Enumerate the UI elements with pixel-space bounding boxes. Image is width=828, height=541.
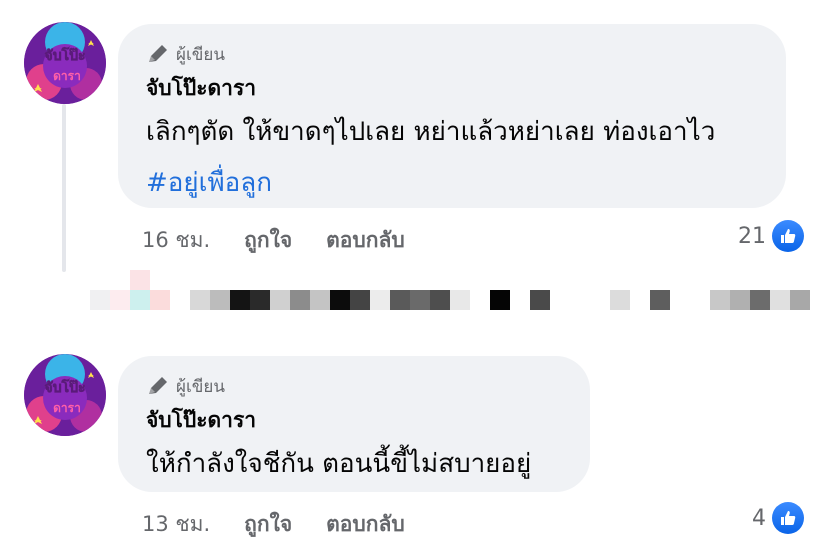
avatar-text-line2: ดารา xyxy=(53,69,81,83)
reaction-summary[interactable]: 21 xyxy=(738,220,804,252)
reply-button[interactable]: ตอบกลับ xyxy=(326,224,405,257)
thumbs-up-icon xyxy=(772,220,804,252)
author-badge-label: ผู้เขียน xyxy=(176,376,225,397)
author-name[interactable]: จับโป๊ะดารา xyxy=(146,404,562,437)
avatar[interactable]: จับโป๊ะ ดารา xyxy=(24,354,106,436)
comment-timestamp[interactable]: 16 ชม. xyxy=(142,224,210,257)
reaction-count: 21 xyxy=(738,223,766,249)
hashtag-link[interactable]: #อยู่เพื่อลูก xyxy=(146,162,272,203)
comment-text: ให้กำลังใจชีกัน ตอนนี้ขี้ไม่สบายอยู่ xyxy=(146,449,532,479)
comment-bubble: ผู้เขียน จับโป๊ะดารา ให้กำลังใจชีกัน ตอน… xyxy=(118,356,590,492)
avatar-text-line2: ดารา xyxy=(53,401,81,415)
avatar-logo: จับโป๊ะ ดารา xyxy=(24,354,106,436)
author-badge: ผู้เขียน xyxy=(146,374,562,398)
like-button[interactable]: ถูกใจ xyxy=(244,508,292,541)
avatar-text-line1: จับโป๊ะ xyxy=(44,46,85,64)
author-name[interactable]: จับโป๊ะดารา xyxy=(146,72,758,105)
avatar-text-line1: จับโป๊ะ xyxy=(44,378,85,396)
comment-bubble: ผู้เขียน จับโป๊ะดารา เลิกๆตัด ให้ขาดๆไปเ… xyxy=(118,24,786,208)
thread-line xyxy=(62,104,66,272)
like-button[interactable]: ถูกใจ xyxy=(244,224,292,257)
comment-text: เลิกๆตัด ให้ขาดๆไปเลย หย่าแล้วหย่าเลย ท่… xyxy=(146,117,716,147)
pencil-icon xyxy=(149,377,167,394)
pencil-icon xyxy=(149,45,167,62)
pixelated-redaction xyxy=(90,270,820,310)
author-badge-label: ผู้เขียน xyxy=(176,44,225,65)
reaction-summary[interactable]: 4 xyxy=(752,502,804,534)
avatar-logo: จับโป๊ะ ดารา xyxy=(24,22,106,104)
thumbs-up-icon xyxy=(772,502,804,534)
comment-actions: 13 ชม. ถูกใจ ตอบกลับ xyxy=(142,508,439,541)
author-badge: ผู้เขียน xyxy=(146,42,758,66)
reaction-count: 4 xyxy=(752,505,766,531)
reply-button[interactable]: ตอบกลับ xyxy=(326,508,405,541)
comment-timestamp[interactable]: 13 ชม. xyxy=(142,508,210,541)
avatar[interactable]: จับโป๊ะ ดารา xyxy=(24,22,106,104)
comment-actions: 16 ชม. ถูกใจ ตอบกลับ xyxy=(142,224,439,257)
